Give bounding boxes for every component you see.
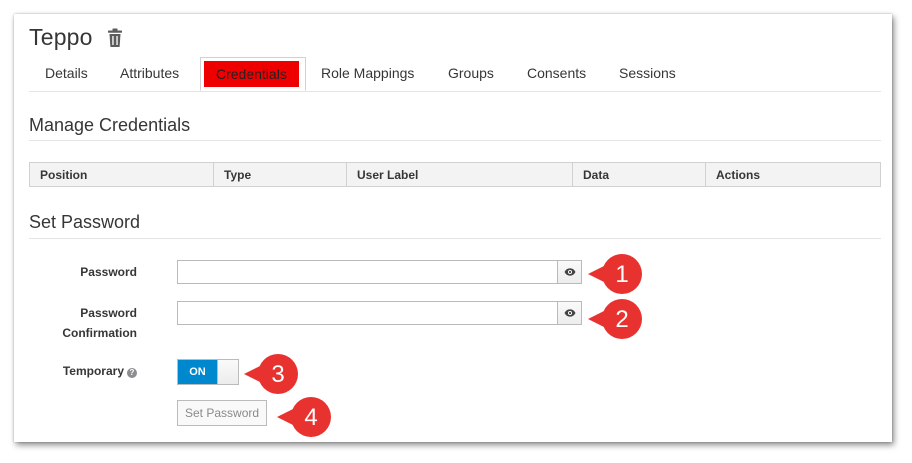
toggle-on-label: ON	[178, 360, 217, 384]
column-header-user-label[interactable]: User Label	[346, 162, 573, 187]
tab-role-mappings[interactable]: Role Mappings	[321, 57, 414, 91]
credentials-table: Position Type User Label Data Actions	[29, 162, 881, 187]
tab-label: Credentials	[204, 61, 299, 87]
question-circle-icon[interactable]: ?	[127, 368, 137, 378]
callout-2: 2	[586, 296, 646, 342]
tab-bar: Details Attributes Credentials Role Mapp…	[29, 57, 881, 92]
section-divider	[29, 238, 881, 239]
password-confirmation-input[interactable]	[177, 301, 557, 325]
column-header-type[interactable]: Type	[213, 162, 347, 187]
tab-sessions[interactable]: Sessions	[619, 57, 676, 91]
callout-number: 4	[304, 404, 317, 431]
callout-3: 3	[242, 351, 302, 397]
manage-credentials-heading: Manage Credentials	[29, 115, 191, 135]
eye-icon	[564, 309, 575, 317]
tab-label: Attributes	[120, 65, 180, 81]
tab-consents[interactable]: Consents	[527, 57, 586, 91]
column-header-actions[interactable]: Actions	[705, 162, 881, 187]
password-input[interactable]	[177, 260, 557, 284]
toggle-knob[interactable]	[217, 360, 238, 384]
callout-number: 1	[615, 261, 628, 288]
column-header-position[interactable]: Position	[29, 162, 214, 187]
label-line: Password	[80, 306, 137, 320]
tab-label: Sessions	[619, 65, 676, 81]
label-line: Confirmation	[62, 326, 137, 340]
password-confirmation-label: Password Confirmation	[29, 303, 137, 343]
section-divider	[29, 140, 881, 141]
password-confirmation-input-group	[177, 301, 582, 325]
show-password-button[interactable]	[557, 260, 582, 284]
callout-4: 4	[275, 394, 335, 440]
trash-icon[interactable]	[107, 28, 123, 48]
tab-details[interactable]: Details	[45, 57, 88, 91]
temporary-label-wrap: Temporary?	[14, 361, 137, 381]
page-title: Teppo	[29, 23, 93, 50]
set-password-heading: Set Password	[29, 212, 141, 232]
password-input-group	[177, 260, 582, 284]
tab-attributes[interactable]: Attributes	[120, 57, 179, 91]
tab-groups[interactable]: Groups	[448, 57, 494, 91]
password-label: Password	[80, 265, 137, 279]
page-header: Teppo	[29, 20, 123, 54]
tab-credentials[interactable]: Credentials	[200, 57, 306, 91]
tab-label: Details	[45, 65, 88, 81]
table-header-row: Position Type User Label Data Actions	[29, 162, 881, 187]
temporary-label: Temporary	[62, 364, 124, 378]
user-details-card: Teppo Details Attributes Credentials Rol…	[14, 14, 892, 442]
tab-label: Role Mappings	[321, 65, 415, 81]
set-password-button[interactable]: Set Password	[177, 400, 268, 426]
callout-number: 2	[615, 306, 628, 333]
callout-number: 3	[271, 361, 284, 388]
eye-icon	[564, 268, 575, 276]
show-confirmation-button[interactable]	[557, 301, 582, 325]
callout-1: 1	[586, 251, 646, 297]
column-header-data[interactable]: Data	[572, 162, 706, 187]
temporary-toggle[interactable]: ON	[177, 359, 239, 385]
tab-label: Consents	[527, 65, 587, 81]
tab-label: Groups	[448, 65, 494, 81]
